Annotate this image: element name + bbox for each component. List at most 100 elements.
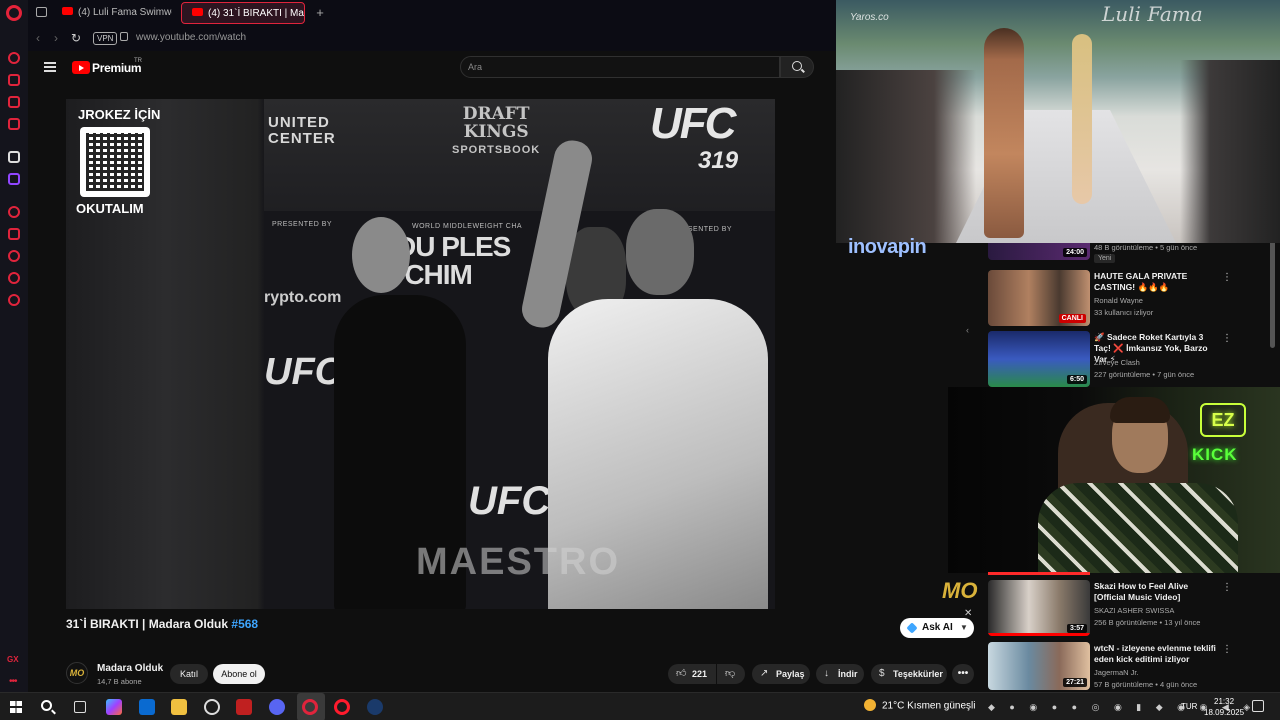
copilot-icon[interactable]: [106, 699, 122, 715]
download-button[interactable]: ↓ İndir: [816, 664, 864, 684]
system-clock[interactable]: 21:32 18.09.2025: [1204, 696, 1244, 718]
close-icon[interactable]: ✕: [964, 608, 972, 619]
task-view-icon[interactable]: [74, 701, 86, 713]
rec-thumbnail[interactable]: CANLI: [988, 270, 1090, 326]
opera-icon[interactable]: [334, 699, 350, 715]
watch-progress: [988, 633, 1090, 636]
rec-thumbnail[interactable]: 3:57: [988, 580, 1090, 636]
banner-ufc-lower: UFC: [264, 351, 343, 393]
tab-islands-icon[interactable]: [36, 7, 47, 17]
windows-start-icon[interactable]: [10, 701, 22, 713]
banner-ufc: UFC: [650, 99, 736, 148]
super-thanks-icon: $: [879, 668, 885, 679]
back-icon[interactable]: ‹: [36, 31, 40, 45]
twitch-icon[interactable]: [8, 173, 20, 185]
like-button[interactable]: 👍︎ 221: [668, 664, 716, 684]
history-icon[interactable]: [8, 250, 20, 262]
channel-name[interactable]: Madara Olduk: [97, 663, 163, 674]
video-player[interactable]: UNITED CENTER DRAFT KINGS SPORTSBOOK UFC …: [66, 99, 775, 609]
rec-channel[interactable]: SKAZI ASHER SWISSA: [1094, 606, 1174, 615]
channel-watermark-logo: MO: [942, 578, 978, 603]
menu-icon[interactable]: [44, 62, 56, 72]
opera-gx-icon[interactable]: [302, 699, 318, 715]
rec-thumbnail[interactable]: 6:50: [988, 331, 1090, 387]
language-indicator[interactable]: TUR: [1181, 702, 1197, 711]
rec-channel[interactable]: JagermaN Jr.: [1094, 668, 1139, 677]
notification-icon[interactable]: [1252, 700, 1264, 712]
youtube-logo-icon[interactable]: [72, 61, 90, 74]
steam-icon[interactable]: [367, 699, 383, 715]
search-button[interactable]: [780, 56, 814, 78]
rec-menu-icon[interactable]: ⋮: [1222, 644, 1232, 655]
banner-draftkings: DRAFT KINGS SPORTSBOOK: [452, 104, 541, 156]
more-dots-icon[interactable]: •••: [9, 676, 17, 687]
channel-avatar[interactable]: MO: [66, 662, 88, 684]
thumbs-down-icon: 👎︎: [725, 668, 736, 679]
rec-title[interactable]: Skazi How to Feel Alive [Official Music …: [1094, 581, 1218, 603]
rec-title[interactable]: HAUTE GALA PRIVATE CASTING! 🔥🔥🔥: [1094, 271, 1218, 293]
rec-title[interactable]: wtcN - izleyene evlenme teklifi eden kic…: [1094, 643, 1218, 665]
opera-logo-icon[interactable]: [6, 5, 22, 21]
stream-progress-bar: [988, 572, 1090, 575]
lock-icon[interactable]: [120, 32, 128, 41]
thumbs-up-icon: 👍︎: [676, 668, 687, 679]
reload-icon[interactable]: ↻: [71, 31, 81, 45]
search-icon[interactable]: [41, 700, 52, 711]
subscriber-count: 14,7 B abone: [97, 677, 142, 686]
rec-meta: 227 görüntüleme • 7 gün önce: [1094, 370, 1195, 379]
settings-gear-icon[interactable]: [8, 294, 20, 306]
tab-luli-fama[interactable]: (4) Luli Fama Swimwear F: [52, 2, 172, 24]
sparkle-icon: [906, 622, 918, 634]
more-actions-button[interactable]: •••: [952, 664, 974, 684]
rec-meta: 33 kullanıcı izliyor: [1094, 308, 1154, 317]
rec-menu-icon[interactable]: ⋮: [1222, 333, 1232, 344]
rec-channel[interactable]: Ronald Wayne: [1094, 296, 1143, 305]
workspace-icon[interactable]: [8, 151, 20, 163]
streamer-hair: [1110, 397, 1170, 423]
duration-badge: 27:21: [1063, 678, 1087, 687]
pip-window-stream[interactable]: EZ KICK: [948, 387, 1280, 573]
url-field[interactable]: www.youtube.com/watch: [136, 32, 246, 43]
search-input[interactable]: [460, 56, 780, 78]
app-icon[interactable]: [204, 699, 220, 715]
bookmarks-icon[interactable]: [8, 228, 20, 240]
file-explorer-icon[interactable]: [171, 699, 187, 715]
ask-ai-button[interactable]: Ask AI ▼: [900, 618, 974, 638]
hashtag-link[interactable]: #568: [231, 617, 258, 631]
subscribe-button[interactable]: Abone ol: [213, 664, 265, 684]
rec-channel[interactable]: Zirveye Clash: [1094, 358, 1140, 367]
lightshot-icon[interactable]: [236, 699, 252, 715]
dislike-button[interactable]: 👎︎: [717, 664, 745, 684]
share-button[interactable]: ↗ Paylaş: [752, 664, 810, 684]
forward-icon[interactable]: ›: [54, 31, 58, 45]
tab-madara-olduk[interactable]: (4) 31`İ BIRAKTI | Mad: [181, 2, 305, 24]
duration-badge: 6:50: [1066, 375, 1087, 384]
rec-thumbnail[interactable]: 27:21: [988, 642, 1090, 690]
shopping-bag-icon[interactable]: [8, 74, 20, 86]
outlook-icon[interactable]: [139, 699, 155, 715]
rec-menu-icon[interactable]: ⋮: [1222, 582, 1232, 593]
aria-icon[interactable]: [8, 52, 20, 64]
region-code: TR: [134, 58, 142, 64]
banner-presented-left: PRESENTED BY: [272, 221, 333, 228]
qr-caption-top: JROKEZ İÇİN: [78, 107, 161, 122]
runway-model: [984, 28, 1024, 238]
weather-widget[interactable]: 21°C Kısmen güneşli: [864, 699, 976, 712]
streamer-shirt: [1038, 483, 1238, 573]
player-icon[interactable]: [8, 206, 20, 218]
rec-menu-icon[interactable]: ⋮: [1222, 272, 1232, 283]
windows-taskbar: 21°C Kısmen güneşli ◆ ● ◉ ● ● ◎ ◉ ▮ ◆ ◉ …: [0, 692, 1280, 720]
news-icon[interactable]: [8, 118, 20, 130]
vpn-badge[interactable]: VPN: [93, 32, 118, 45]
extensions-icon[interactable]: [8, 272, 20, 284]
pip-window-fashion[interactable]: Yaros.co Luli Fama: [836, 0, 1280, 243]
thanks-button[interactable]: $ Teşekkürler: [871, 664, 947, 684]
gx-icon[interactable]: GX: [7, 655, 19, 664]
banner-event-number: 319: [698, 147, 739, 174]
new-tab-button[interactable]: +: [310, 2, 330, 24]
qr-caption-bottom: OKUTALIM: [76, 201, 144, 216]
discord-icon[interactable]: [269, 699, 285, 715]
collapse-arrow-icon[interactable]: ‹: [966, 325, 969, 335]
messenger-icon[interactable]: [8, 96, 20, 108]
join-button[interactable]: Katıl: [170, 664, 208, 684]
